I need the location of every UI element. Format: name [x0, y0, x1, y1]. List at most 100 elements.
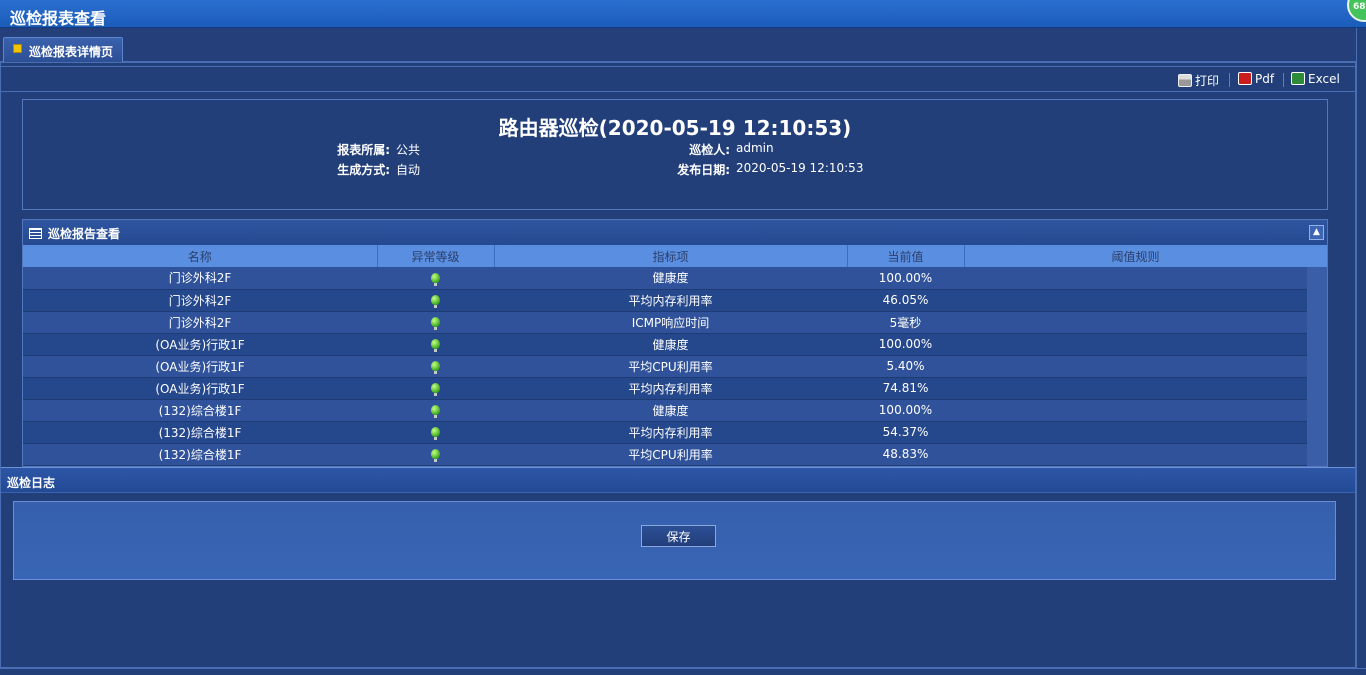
report-header: 路由器巡检(2020-05-19 12:10:53) 报表所属: 公共 巡检人:… [22, 99, 1328, 210]
window-title: 巡检报表查看 [10, 9, 107, 28]
scrollbar-header [1307, 245, 1327, 267]
cell-rule [964, 333, 1307, 356]
status-bulb-icon [431, 405, 440, 418]
table-row[interactable]: (132)综合楼1F 平均内存利用率 54.37% [23, 421, 1307, 444]
cell-name: 门诊外科2F [23, 267, 377, 290]
owner-value: 公共 [396, 143, 421, 157]
toolbar-divider [1283, 73, 1284, 87]
log-header: 巡检日志 [1, 467, 1355, 493]
cell-level [377, 443, 494, 466]
status-bulb-icon [431, 295, 440, 308]
cell-metric: ICMP响应时间 [494, 311, 847, 334]
cell-name: (132)综合楼1F [23, 421, 377, 444]
status-bulb-icon [431, 339, 440, 352]
report-title: 路由器巡检(2020-05-19 12:10:53) [498, 116, 852, 140]
cell-metric: 健康度 [494, 399, 847, 422]
table-row[interactable]: (OA业务)行政1F 平均CPU利用率 5.40% [23, 355, 1307, 378]
cell-rule [964, 355, 1307, 378]
cell-name: (132)综合楼1F [23, 399, 377, 422]
cell-rule [964, 377, 1307, 400]
cell-rule [964, 421, 1307, 444]
toolbar: 打印 Pdf Excel [1, 66, 1355, 92]
cell-level [377, 355, 494, 378]
toolbar-divider [1229, 73, 1230, 87]
log-title: 巡检日志 [7, 476, 56, 490]
table-row[interactable]: (OA业务)行政1F 平均内存利用率 74.81% [23, 377, 1307, 400]
tab-report-detail[interactable]: 巡检报表详情页 [3, 37, 123, 62]
table-row[interactable]: (132)综合楼1F 健康度 100.00% [23, 399, 1307, 422]
vertical-scrollbar[interactable] [1307, 245, 1327, 466]
table-row[interactable]: 门诊外科2F ICMP响应时间 5毫秒 [23, 311, 1307, 334]
tab-strip: 巡检报表详情页 [0, 28, 1366, 62]
cell-name: (OA业务)行政1F [23, 355, 377, 378]
status-bulb-icon [431, 427, 440, 440]
cell-value: 5.40% [847, 355, 964, 378]
table-row[interactable]: 门诊外科2F 平均内存利用率 46.05% [23, 289, 1307, 312]
pdf-label: Pdf [1255, 72, 1275, 86]
status-bulb-icon [431, 383, 440, 396]
cell-value: 100.00% [847, 399, 964, 422]
excel-button[interactable]: Excel [1291, 72, 1340, 86]
publish-date-label: 发布日期: [677, 163, 730, 177]
column-header[interactable]: 名称 [23, 245, 378, 267]
collapse-button[interactable]: ▲ [1309, 225, 1324, 240]
cell-name: 门诊外科2F [23, 289, 377, 312]
pdf-button[interactable]: Pdf [1238, 72, 1274, 86]
cell-rule [964, 267, 1307, 290]
table-row[interactable]: (132)综合楼1F 平均CPU利用率 48.83% [23, 443, 1307, 466]
inspection-table: 名称 异常等级 指标项 当前值 阈值规则 门诊外科2F 健康度 100.00% 门诊外… [23, 245, 1308, 466]
bottom-bar [0, 668, 1366, 675]
cell-metric: 平均CPU利用率 [494, 355, 847, 378]
cell-name: (132)综合楼1F [23, 443, 377, 466]
save-button[interactable]: 保存 [641, 525, 716, 547]
status-bulb-icon [431, 272, 440, 286]
publish-date-value: 2020-05-19 12:10:53 [736, 161, 864, 175]
title-bar: 巡检报表查看 [0, 0, 1366, 28]
grid-caption: 巡检报告查看 ▲ [23, 220, 1327, 245]
cell-metric: 平均内存利用率 [494, 289, 847, 312]
cell-name: (OA业务)行政1F [23, 333, 377, 356]
cell-rule [964, 399, 1307, 422]
cell-metric: 健康度 [494, 333, 847, 356]
cell-value: 46.05% [847, 289, 964, 312]
cell-value: 100.00% [847, 267, 964, 290]
cell-value: 74.81% [847, 377, 964, 400]
grid-title: 巡检报告查看 [48, 227, 121, 241]
cell-level [377, 311, 494, 334]
excel-icon [1291, 72, 1305, 85]
table-row[interactable]: 门诊外科2F 健康度 100.00% [23, 267, 1307, 290]
method-value: 自动 [396, 163, 421, 177]
table-header-row: 名称 异常等级 指标项 当前值 阈值规则 [23, 245, 1308, 267]
cell-metric: 健康度 [494, 267, 847, 290]
table-row[interactable]: (OA业务)行政1F 健康度 100.00% [23, 333, 1307, 356]
cell-level [377, 267, 494, 290]
cell-value: 5毫秒 [847, 311, 964, 334]
cell-rule [964, 289, 1307, 312]
print-label: 打印 [1195, 74, 1220, 88]
column-header[interactable]: 当前值 [847, 245, 965, 267]
cell-value: 100.00% [847, 333, 964, 356]
owner-label: 报表所属: [337, 143, 390, 157]
status-bulb-icon [431, 361, 440, 374]
column-header[interactable]: 阈值规则 [964, 245, 1308, 267]
cell-level [377, 377, 494, 400]
tab-icon [13, 44, 22, 53]
column-header[interactable]: 指标项 [494, 245, 848, 267]
cell-level [377, 399, 494, 422]
cell-name: 门诊外科2F [23, 311, 377, 334]
pdf-icon [1238, 72, 1252, 85]
grid-icon [29, 228, 42, 239]
cell-metric: 平均内存利用率 [494, 377, 847, 400]
column-header[interactable]: 异常等级 [377, 245, 495, 267]
cell-rule [964, 311, 1307, 334]
cell-rule [964, 443, 1307, 466]
cell-metric: 平均内存利用率 [494, 421, 847, 444]
cell-metric: 平均CPU利用率 [494, 443, 847, 466]
cell-level [377, 289, 494, 312]
cell-value: 54.37% [847, 421, 964, 444]
inspector-label: 巡检人: [689, 143, 730, 157]
status-bulb-icon [431, 449, 440, 462]
print-button[interactable]: 打印 [1178, 72, 1219, 89]
cell-value: 48.83% [847, 443, 964, 466]
tab-label: 巡检报表详情页 [29, 45, 114, 59]
